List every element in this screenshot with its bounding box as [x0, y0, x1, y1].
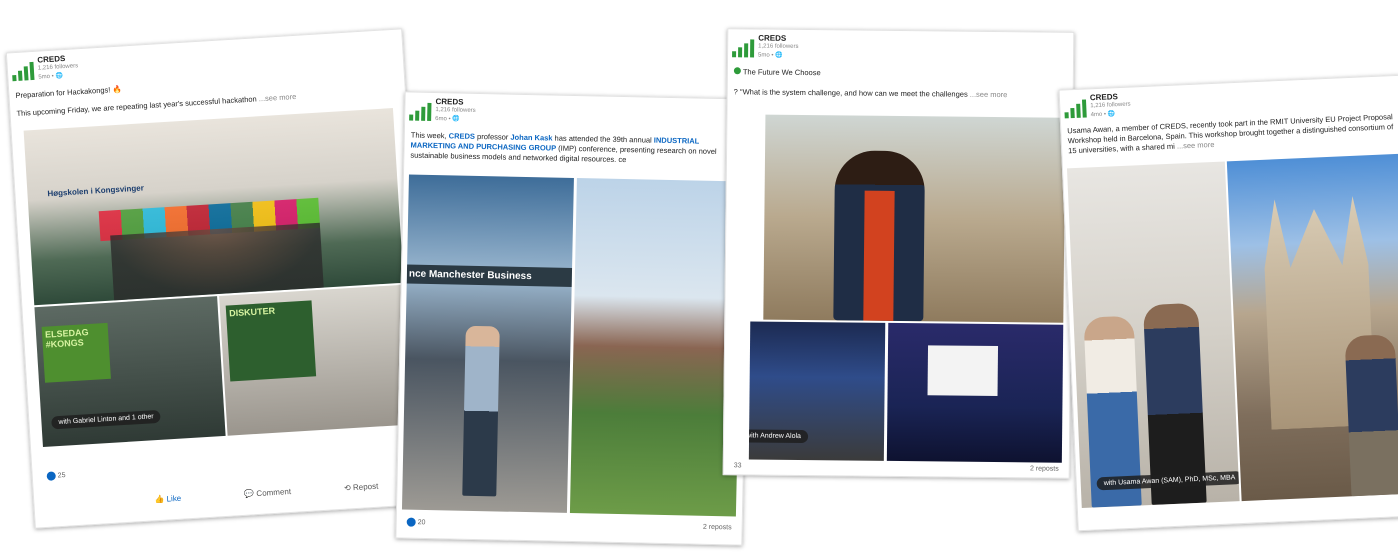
post-photo-bottom-left[interactable]: with Andrew Alola — [748, 321, 886, 461]
org-name[interactable]: CREDS — [37, 54, 66, 65]
tagged-people-chip[interactable]: with Gabriel Linton and 1 other — [51, 409, 162, 430]
tagged-people-chip[interactable]: with Andrew Alola — [748, 429, 809, 444]
post-age: 5mo • 🌐 — [758, 52, 783, 59]
post-photo-left[interactable]: with Usama Awan (SAM), PhD, MSc, MBA — [1066, 161, 1240, 509]
globe-icon: 🌐 — [452, 116, 460, 123]
org-name[interactable]: CREDS — [435, 97, 463, 107]
comment-icon: 💬 — [243, 489, 255, 499]
post-photo-left[interactable]: nce Manchester Business — [401, 174, 574, 513]
follower-count: 1,216 followers — [1090, 101, 1131, 110]
repost-button[interactable]: ⟲ Repost — [344, 482, 379, 493]
creds-logo-icon — [409, 102, 432, 121]
post-age: 4mo • 🌐 — [1090, 111, 1116, 119]
follower-count: 1,216 followers — [37, 63, 79, 72]
see-more-link[interactable]: ...see more — [970, 90, 1008, 99]
post-age: 6mo • 🌐 — [435, 116, 460, 123]
org-name[interactable]: CREDS — [758, 34, 786, 43]
like-reaction-icon — [46, 471, 57, 481]
orange-shirt — [863, 190, 895, 321]
follower-count: 1,216 followers — [758, 43, 799, 50]
see-more-link[interactable]: ...see more — [258, 92, 296, 103]
person-standing — [462, 325, 500, 497]
students-group — [110, 222, 324, 301]
creds-logo-icon — [11, 61, 35, 82]
org-name[interactable]: CREDS — [1090, 92, 1118, 102]
repost-count[interactable]: 2 reposts — [703, 524, 732, 532]
johan-kask-link[interactable]: Johan Kask — [510, 133, 552, 143]
post-card-2[interactable]: CREDS 1,216 followers 6mo • 🌐 This week,… — [395, 91, 752, 546]
reaction-count[interactable]: 20 — [406, 517, 426, 527]
post-header: CREDS 1,216 followers 5mo • 🌐 — [728, 29, 1073, 67]
follower-count: 1,216 followers — [435, 107, 476, 114]
globe-icon: 🌐 — [55, 73, 64, 80]
like-button[interactable]: 👍 Like — [154, 494, 181, 505]
post-photo-bottom-right[interactable] — [886, 322, 1064, 463]
post-header: CREDS 1,216 followers 6mo • 🌐 — [405, 92, 751, 133]
school-sign: Høgskolen i Kongsvinger — [47, 183, 145, 199]
creds-link[interactable]: CREDS — [449, 131, 475, 141]
post-photo-right[interactable] — [569, 178, 743, 517]
building-sign: nce Manchester Business — [406, 264, 574, 288]
presentation-screen: ELSEDAG #KONGS — [41, 322, 111, 383]
post-photo-left[interactable]: ELSEDAG #KONGS with Gabriel Linton and 1… — [34, 296, 226, 448]
post-title: The Future We Choose — [728, 67, 1073, 81]
comment-button[interactable]: 💬 Comment — [244, 487, 291, 499]
globe-icon: 🌐 — [1107, 111, 1116, 118]
post-age: 5mo • 🌐 — [38, 73, 64, 81]
repost-icon: ⟲ — [343, 483, 352, 493]
post-text: This week, CREDS professor Johan Kask ha… — [410, 130, 717, 165]
presentation-slide — [927, 345, 999, 397]
thumbs-up-icon: 👍 — [154, 494, 165, 505]
reaction-count[interactable]: 25 — [46, 471, 66, 481]
post-photo-group[interactable]: Høgskolen i Kongsvinger — [23, 108, 404, 306]
globe-icon: 🌐 — [775, 52, 783, 59]
like-reaction-icon — [406, 517, 416, 527]
man-on-steps — [1344, 334, 1398, 497]
green-dot-icon — [733, 67, 741, 75]
post-photo-top[interactable] — [763, 114, 1066, 323]
post-text: ? "What is the system challenge, and how… — [733, 87, 1008, 100]
post-card-1[interactable]: CREDS 1,216 followers 5mo • 🌐 Preparatio… — [5, 28, 432, 529]
creds-logo-icon — [732, 39, 755, 58]
post-photo-right[interactable]: DISKUTER — [219, 284, 413, 436]
post-card-3[interactable]: CREDS 1,216 followers 5mo • 🌐 The Future… — [722, 28, 1075, 479]
post-card-4[interactable]: CREDS 1,216 followers 4mo • 🌐 Usama Awan… — [1058, 74, 1398, 532]
reaction-count[interactable]: 33 — [734, 462, 742, 469]
repost-count[interactable]: 2 reposts — [1030, 465, 1059, 472]
presentation-screen-2: DISKUTER — [225, 300, 317, 382]
creds-logo-icon — [1064, 99, 1087, 119]
post-photo-right[interactable] — [1226, 153, 1398, 502]
see-more-link[interactable]: ...see more — [1177, 140, 1215, 151]
